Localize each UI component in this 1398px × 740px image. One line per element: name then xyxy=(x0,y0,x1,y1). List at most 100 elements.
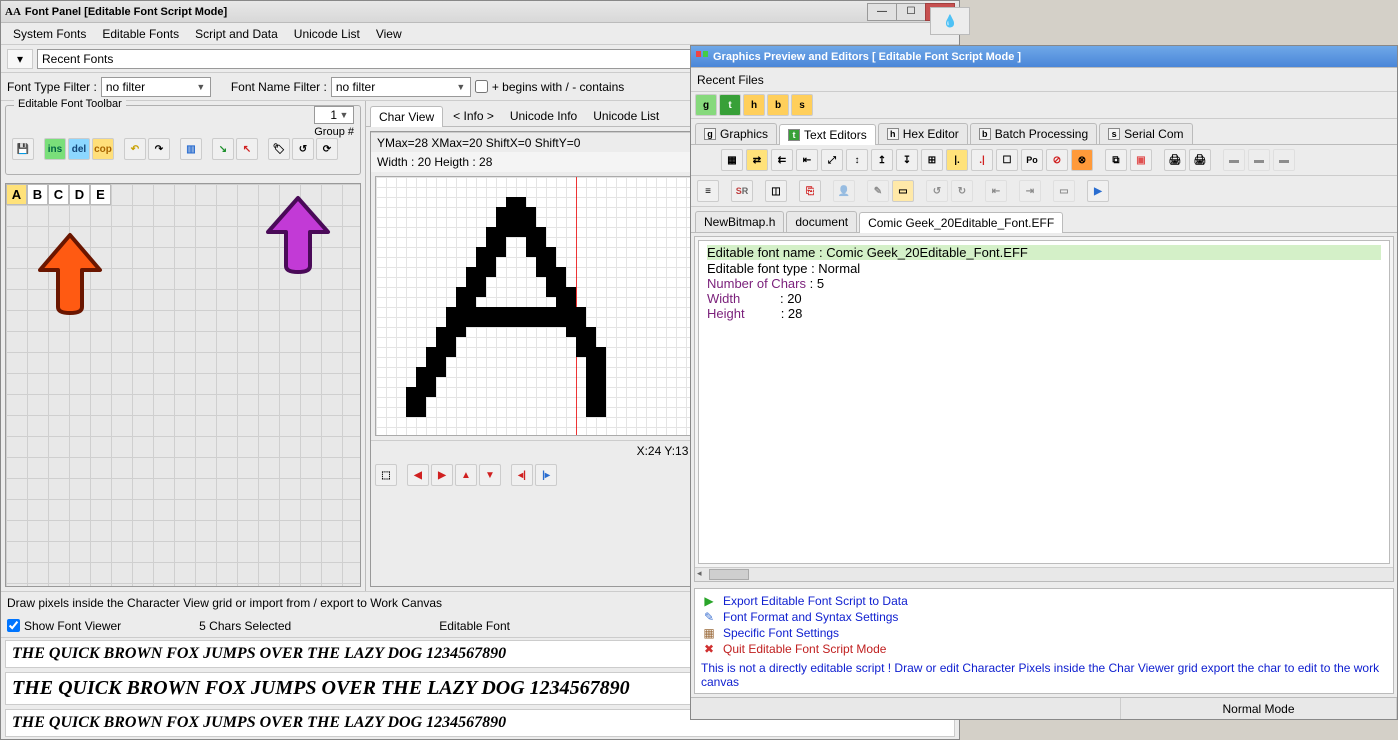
doc-tab-newbitmap[interactable]: NewBitmap.h xyxy=(695,211,784,232)
btn-shift-right[interactable]: ▶ xyxy=(431,464,453,486)
btn-undo[interactable]: ↶ xyxy=(124,138,146,160)
char-cell-d[interactable]: D xyxy=(69,184,90,205)
char-cell-c[interactable]: C xyxy=(48,184,69,205)
char-cell-b[interactable]: B xyxy=(27,184,48,205)
btn-save[interactable]: 💾 xyxy=(12,138,34,160)
btn-redo[interactable]: ↷ xyxy=(148,138,170,160)
btn-insert[interactable]: ins xyxy=(44,138,66,160)
minimize-button[interactable]: — xyxy=(867,3,897,21)
btn-shift-left[interactable]: ◀ xyxy=(407,464,429,486)
btn-shift-down[interactable]: ▼ xyxy=(479,464,501,486)
btn-narrow-right[interactable]: |▸ xyxy=(535,464,557,486)
btn-shift-up[interactable]: ▲ xyxy=(455,464,477,486)
menu-editable-fonts[interactable]: Editable Fonts xyxy=(94,25,187,43)
filter-mode-checkbox[interactable] xyxy=(475,80,488,93)
doc-tab-document[interactable]: document xyxy=(786,211,857,232)
main-tab-text-editors[interactable]: tText Editors xyxy=(779,124,876,145)
tb-r2-d3: ↻ xyxy=(951,180,973,202)
tb-r1-10[interactable]: |. xyxy=(946,149,968,171)
btn-sync[interactable]: ⟳ xyxy=(316,138,338,160)
char-cell-e[interactable]: E xyxy=(90,184,111,205)
tb-r1-6[interactable]: ↕ xyxy=(846,149,868,171)
tb-r1-15[interactable]: ⊗ xyxy=(1071,149,1093,171)
menu-system-fonts[interactable]: System Fonts xyxy=(5,25,94,43)
letter-tab-b[interactable]: b xyxy=(767,94,789,116)
tb-r1-d1: ▬ xyxy=(1223,149,1245,171)
tb-r2-d6: ▭ xyxy=(1053,180,1075,202)
font-type-filter-combo[interactable]: no filter▼ xyxy=(101,77,211,97)
tb-r2-exit[interactable]: ⎘ xyxy=(799,180,821,202)
letter-tab-t[interactable]: t xyxy=(719,94,741,116)
letter-tab-s[interactable]: s xyxy=(791,94,813,116)
tb-r2-d5: ⇥ xyxy=(1019,180,1041,202)
tab-unicode-info[interactable]: Unicode Info xyxy=(502,106,585,126)
doc-tab-eff[interactable]: Comic Geek_20Editable_Font.EFF xyxy=(859,212,1063,233)
editor-hscroll[interactable]: ◂ xyxy=(695,567,1393,581)
tb-r1-14[interactable]: ⊘ xyxy=(1046,149,1068,171)
tb-r2-menu[interactable]: ≡ xyxy=(697,180,719,202)
status-mode: Normal Mode xyxy=(1121,698,1397,719)
tb-r1-2[interactable]: ⇄ xyxy=(746,149,768,171)
tab-char-view[interactable]: Char View xyxy=(370,106,443,127)
action-export-editable-font-script-to-data[interactable]: ▶Export Editable Font Script to Data xyxy=(701,593,1387,609)
btn-refresh[interactable]: ↺ xyxy=(292,138,314,160)
btn-import-right[interactable]: ↘ xyxy=(212,138,234,160)
selected-chars-count: 5 Chars Selected xyxy=(199,619,291,633)
tb-r2-cols[interactable]: ◫ xyxy=(765,180,787,202)
tb-r1-5[interactable]: ⤢ xyxy=(821,149,843,171)
tb-r2-flag[interactable]: ▶ xyxy=(1087,180,1109,202)
tb-r1-11[interactable]: .| xyxy=(971,149,993,171)
tb-r2-note[interactable]: ▭ xyxy=(892,180,914,202)
char-cell-a[interactable]: A xyxy=(6,184,27,205)
tb-r1-1[interactable]: ▦ xyxy=(721,149,743,171)
letter-tab-g[interactable]: g xyxy=(695,94,717,116)
tb-r2-d2: ↺ xyxy=(926,180,948,202)
tb-r2-sr[interactable]: SR xyxy=(731,180,753,202)
show-font-viewer-checkbox[interactable] xyxy=(7,619,20,632)
menu-unicode-list[interactable]: Unicode List xyxy=(286,25,368,43)
tb-r1-13[interactable]: Po xyxy=(1021,149,1043,171)
btn-anchor[interactable]: ⬚ xyxy=(375,464,397,486)
app-icon: AA xyxy=(5,6,21,18)
main-tab-serial-com[interactable]: sSerial Com xyxy=(1099,123,1192,144)
tb-r1-4[interactable]: ⇤ xyxy=(796,149,818,171)
tb-r1-16[interactable]: ⧉ xyxy=(1105,149,1127,171)
tb-r2-d4: ⇤ xyxy=(985,180,1007,202)
menubar: System Fonts Editable Fonts Script and D… xyxy=(1,23,959,45)
letter-tab-h[interactable]: h xyxy=(743,94,765,116)
main-tab-graphics[interactable]: gGraphics xyxy=(695,123,777,144)
action-font-format-and-syntax-settings[interactable]: ✎Font Format and Syntax Settings xyxy=(701,609,1387,625)
tb-r1-12[interactable]: ☐ xyxy=(996,149,1018,171)
eyedropper-tool[interactable]: 💧 xyxy=(931,8,969,34)
tab-unicode-list[interactable]: Unicode List xyxy=(585,106,667,126)
btn-delete[interactable]: del xyxy=(68,138,90,160)
tb-r1-8[interactable]: ↧ xyxy=(896,149,918,171)
editable-font-label: Editable Font xyxy=(439,619,510,633)
main-tab-batch-processing[interactable]: bBatch Processing xyxy=(970,123,1097,144)
tb-r1-3[interactable]: ⇇ xyxy=(771,149,793,171)
char-list-grid[interactable]: A B C D E xyxy=(5,183,361,587)
tab-info[interactable]: < Info > xyxy=(445,106,502,126)
action-quit-editable-font-script-mode[interactable]: ✖Quit Editable Font Script Mode xyxy=(701,641,1387,657)
btn-import-left[interactable]: ↖ xyxy=(236,138,258,160)
action-specific-font-settings[interactable]: ▦Specific Font Settings xyxy=(701,625,1387,641)
btn-chart[interactable]: ▥ xyxy=(180,138,202,160)
tb-r1-print[interactable]: 🖨 xyxy=(1164,149,1186,171)
script-editor[interactable]: Editable font name : Comic Geek_20Editab… xyxy=(698,240,1390,564)
btn-copy[interactable]: cop xyxy=(92,138,114,160)
maximize-button[interactable]: ☐ xyxy=(896,3,926,21)
group-number-combo[interactable]: 1▼ xyxy=(314,106,354,124)
tb-r1-17[interactable]: ▣ xyxy=(1130,149,1152,171)
font-name-filter-combo[interactable]: no filter▼ xyxy=(331,77,471,97)
btn-narrow-left[interactable]: ◂| xyxy=(511,464,533,486)
menu-view[interactable]: View xyxy=(368,25,410,43)
preview-window-title: Graphics Preview and Editors [ Editable … xyxy=(713,51,1021,63)
recent-fonts-icon[interactable]: ▾ xyxy=(7,49,33,69)
tb-r1-7[interactable]: ↥ xyxy=(871,149,893,171)
tb-r1-printcolor[interactable]: 🖨 xyxy=(1189,149,1211,171)
preview-titlebar: Graphics Preview and Editors [ Editable … xyxy=(691,46,1397,68)
menu-script-and-data[interactable]: Script and Data xyxy=(187,25,286,43)
btn-tag[interactable]: 🏷 xyxy=(268,138,290,160)
main-tab-hex-editor[interactable]: hHex Editor xyxy=(878,123,968,144)
tb-r1-9[interactable]: ⊞ xyxy=(921,149,943,171)
